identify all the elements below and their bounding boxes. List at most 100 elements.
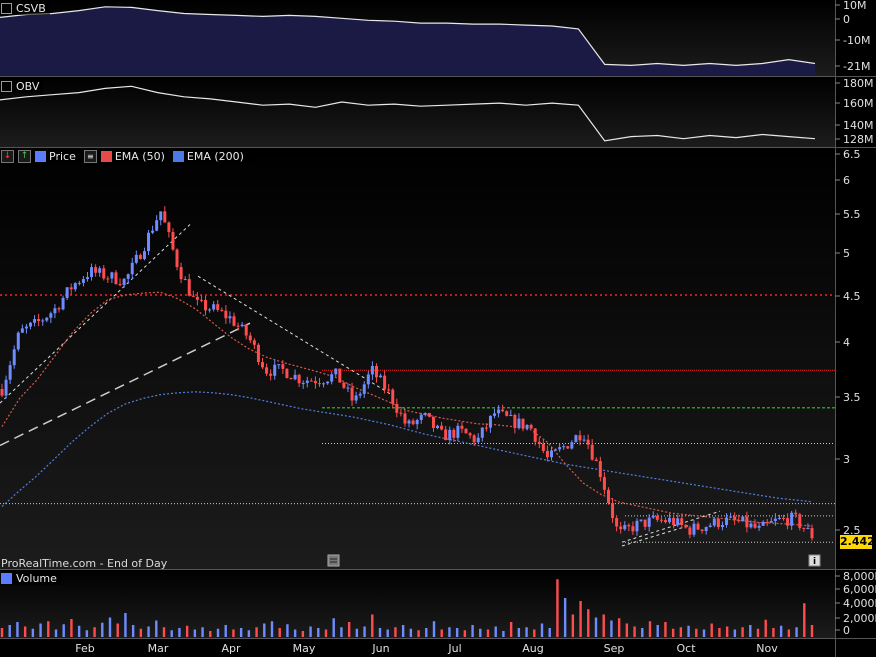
legend-ema50[interactable]: EMA (50) (100, 150, 165, 163)
volume-bar (563, 598, 567, 637)
price-y-tick-label: 3 (843, 453, 850, 466)
volume-bar (625, 623, 629, 637)
volume-bar (455, 628, 459, 637)
volume-bar (301, 631, 305, 637)
x-tick-label: Oct (676, 642, 696, 655)
volume-bar (764, 619, 767, 637)
volume-bar (502, 631, 505, 637)
volume-bar (425, 628, 428, 637)
volume-y-tick-label: 6,000k (843, 583, 876, 596)
candle (175, 248, 179, 271)
volume-bar (309, 626, 312, 637)
volume-bar (556, 579, 559, 637)
volume-bar (263, 623, 266, 637)
candle (741, 516, 745, 522)
price-y-tick-label: 3.5 (843, 391, 861, 404)
volume-bar (62, 624, 65, 637)
volume-bar (540, 623, 544, 637)
volume-bar (201, 627, 204, 637)
svg-text:i: i (813, 557, 816, 567)
volume-bar (803, 603, 806, 637)
price-legend: ↓ ↑ Price ≡ EMA (50) EMA (200) (1, 149, 252, 163)
volume-bar (448, 627, 451, 637)
volume-bar (124, 613, 127, 637)
volume-bar (432, 621, 436, 637)
volume-swatch-icon (1, 572, 12, 584)
volume-bar (255, 627, 258, 637)
x-tick-label: Jun (371, 642, 389, 655)
legend-ema200[interactable]: EMA (200) (172, 150, 244, 163)
volume-bar (533, 629, 536, 637)
volume-bar (417, 630, 420, 637)
volume-bar (54, 629, 58, 637)
volume-bar (664, 622, 667, 637)
candle (338, 368, 342, 383)
volume-bar (39, 623, 42, 637)
volume-bar (725, 626, 729, 637)
panel-toggle-icon[interactable] (1, 2, 12, 14)
volume-bar (749, 625, 752, 637)
candle (16, 331, 20, 352)
price-y-tick-label: 5.5 (843, 208, 861, 221)
volume-bar (324, 629, 328, 637)
volume-label[interactable]: Volume (1, 571, 61, 585)
x-axis: Feb Mar Apr May Jun Jul Aug Sep Oct Nov (75, 642, 778, 655)
volume-bar (108, 617, 112, 637)
csvb-label-text: CSVB (16, 1, 46, 15)
obv-y-tick-label: 140M (843, 119, 874, 132)
volume-bar (440, 629, 443, 637)
volume-y-tick-label: 4,000k (843, 597, 876, 610)
volume-bar (463, 630, 467, 637)
obv-y-tick-label: 128M (843, 133, 874, 146)
volume-bar (239, 628, 243, 637)
current-price-tag: 2.442 (840, 535, 875, 549)
candle (256, 343, 260, 366)
csvb-y-tick-label: 10M (843, 0, 867, 12)
price-y-tick-label: 5 (843, 247, 850, 260)
volume-bar (293, 629, 297, 637)
volume-bar (47, 621, 50, 637)
volume-bar (116, 623, 119, 637)
volume-bar (471, 625, 474, 637)
legend-price-label: Price (49, 149, 76, 163)
candle (464, 428, 468, 434)
obv-label[interactable]: OBV (1, 79, 44, 93)
volume-bar (317, 628, 320, 637)
volume-bar (741, 627, 744, 637)
volume-bar (332, 618, 335, 637)
arrow-up-icon[interactable]: ↑ (18, 149, 31, 163)
list-icon[interactable]: ≡ (83, 149, 97, 163)
legend-price[interactable]: Price (35, 150, 76, 163)
volume-bar (70, 619, 73, 637)
candle (798, 512, 802, 531)
volume-bar (548, 628, 551, 637)
volume-bar (718, 628, 721, 637)
volume-bar (486, 629, 490, 637)
obv-panel-bg (0, 77, 835, 147)
info-icon[interactable]: i (808, 554, 821, 567)
volume-bar (378, 628, 382, 637)
csvb-label[interactable]: CSVB (1, 1, 50, 15)
volume-y-tick-label: 0 (843, 624, 850, 637)
volume-bar (494, 626, 497, 637)
volume-bar (8, 625, 11, 637)
x-tick-label: Aug (522, 642, 543, 655)
volume-bar (247, 630, 251, 637)
price-panel-bg (0, 148, 835, 569)
volume-bar (671, 628, 675, 637)
panel-toggle-icon[interactable] (1, 80, 12, 92)
calendar-icon[interactable] (327, 554, 340, 567)
volume-bar (193, 629, 197, 637)
volume-bar (101, 622, 104, 637)
volume-bar (525, 627, 528, 637)
volume-bar (610, 620, 613, 637)
volume-bar (286, 624, 289, 637)
volume-bar (587, 609, 590, 637)
volume-bar (795, 627, 798, 637)
arrow-down-icon[interactable]: ↓ (1, 149, 14, 163)
volume-bar (810, 625, 814, 637)
x-tick-label: May (293, 642, 316, 655)
ema50-swatch-icon (100, 150, 112, 162)
obv-y-tick-label: 160M (843, 97, 874, 110)
x-tick-label: Jul (447, 642, 461, 655)
